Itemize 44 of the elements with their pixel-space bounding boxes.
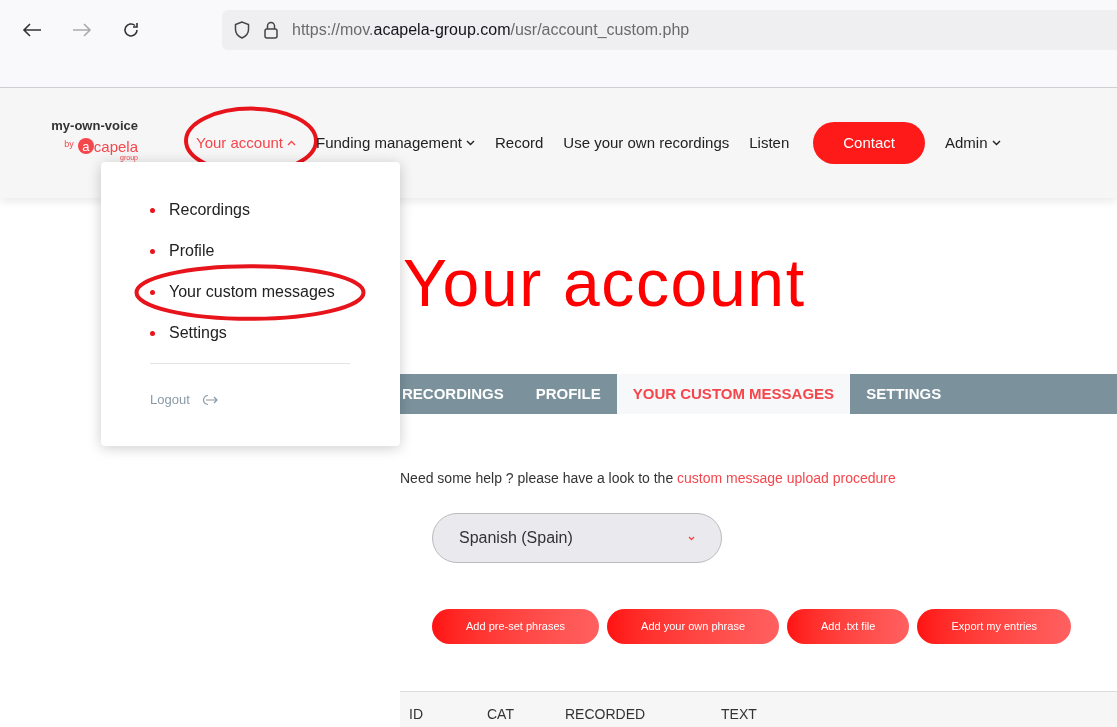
nav-link[interactable]: Admin xyxy=(944,131,1001,155)
procedure-link[interactable]: custom message upload procedure xyxy=(677,470,896,486)
nav-link[interactable]: Funding management xyxy=(316,131,475,155)
bullet-icon xyxy=(150,248,155,254)
column-header: TEXT xyxy=(721,704,758,724)
logo-by: by xyxy=(64,137,74,151)
address-bar[interactable]: https://mov.acapela-group.com/usr/account_custom.php xyxy=(222,10,1117,50)
logo-word: capela xyxy=(93,138,138,154)
action-button[interactable]: Add your own phrase xyxy=(607,609,779,644)
dropdown-item[interactable]: Settings xyxy=(150,321,227,345)
contact-button[interactable]: Contact xyxy=(813,122,925,164)
logo-mark: a xyxy=(77,138,94,154)
column-header: RECORDED xyxy=(565,704,647,724)
page-heading: Your account xyxy=(403,250,807,316)
tab[interactable]: SETTINGS xyxy=(850,374,958,414)
action-button[interactable]: Add .txt file xyxy=(787,609,910,644)
help-text: Need some help ? please have a look to the custom message upload procedure xyxy=(400,469,897,488)
column-header: ID xyxy=(409,704,424,724)
tab[interactable]: PROFILE xyxy=(519,374,617,414)
nav-link[interactable]: Use your own recordings xyxy=(563,131,730,155)
bullet-icon xyxy=(150,330,155,336)
chevron-up-icon xyxy=(287,140,296,146)
logo-title: my-own-voice xyxy=(51,117,138,135)
action-button[interactable]: Export my entries xyxy=(917,609,1072,644)
chevron-down-icon xyxy=(688,535,695,541)
shield-icon xyxy=(234,21,250,39)
dropdown-item[interactable]: Profile xyxy=(150,239,215,263)
chevron-down-icon xyxy=(991,140,1001,146)
action-button[interactable]: Add pre-set phrases xyxy=(432,609,600,644)
language-select[interactable]: Spanish (Spain) xyxy=(432,513,722,563)
logout-link[interactable]: Logout xyxy=(150,390,351,410)
back-arrow-icon[interactable] xyxy=(22,22,42,38)
lock-icon xyxy=(264,21,278,39)
tab[interactable]: RECORDINGS xyxy=(400,374,520,414)
reload-icon[interactable] xyxy=(122,21,140,39)
url-text: https://mov.acapela-group.com/usr/account_custom.php xyxy=(292,20,690,40)
nav-link[interactable]: Listen xyxy=(749,131,790,155)
bullet-icon xyxy=(150,289,155,295)
tab[interactable]: YOUR CUSTOM MESSAGES xyxy=(616,374,851,414)
bullet-icon xyxy=(150,207,155,213)
nav-link[interactable]: Record xyxy=(494,131,544,155)
dropdown-item[interactable]: Recordings xyxy=(150,198,250,222)
column-header: CAT xyxy=(487,704,515,724)
chevron-down-icon xyxy=(465,140,475,146)
